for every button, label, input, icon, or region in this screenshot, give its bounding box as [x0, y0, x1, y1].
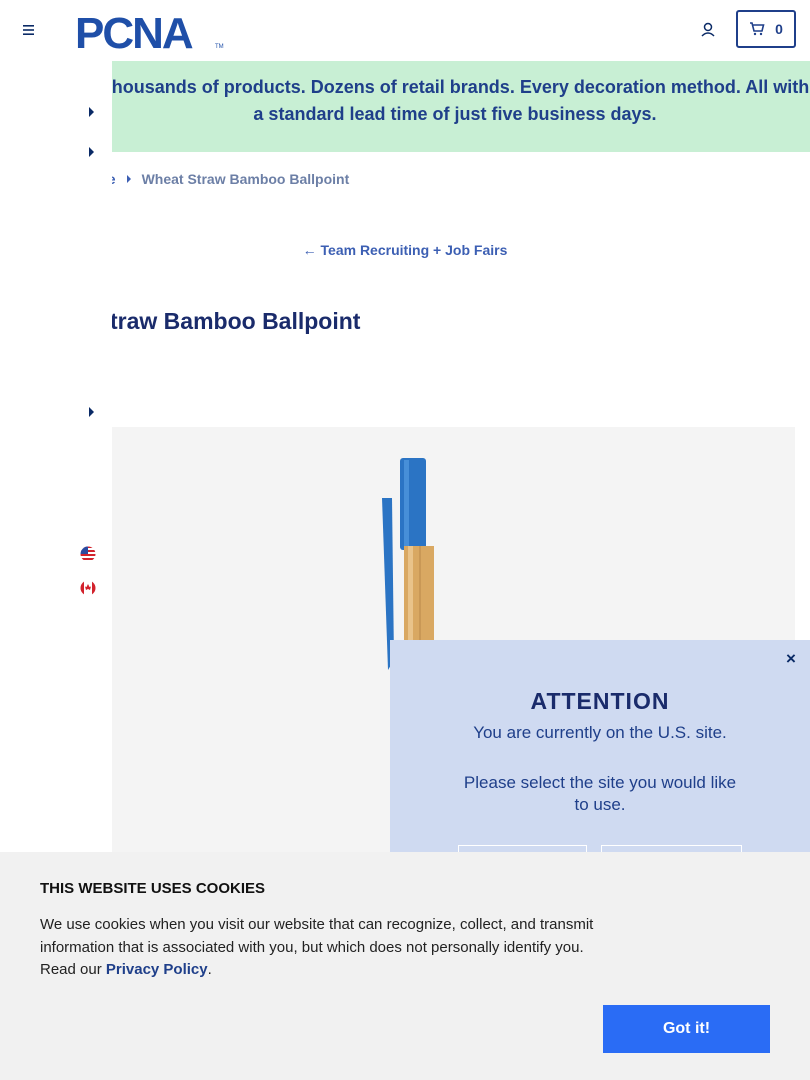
user-icon[interactable]	[696, 18, 720, 42]
us-flag-icon[interactable]	[80, 546, 96, 562]
popup-title: ATTENTION	[530, 688, 670, 714]
breadcrumb-current: Wheat Straw Bamboo Ballpoint	[141, 171, 350, 187]
breadcrumb: ce Wheat Straw Bamboo Ballpoint	[100, 171, 349, 187]
product-title: traw Bamboo Ballpoint	[110, 308, 361, 334]
menu-expand-caret-icon[interactable]	[89, 147, 94, 157]
menu-expand-caret-icon[interactable]	[89, 107, 94, 117]
svg-text:TM: TM	[215, 44, 224, 50]
svg-text:PCNA: PCNA	[75, 10, 193, 52]
cart-button[interactable]: 0	[736, 10, 796, 48]
cart-count: 0	[775, 21, 783, 37]
privacy-policy-link[interactable]: Privacy Policy	[106, 961, 208, 978]
breadcrumb-separator-icon	[126, 175, 131, 183]
popup-select-site-message: Please select the site you would like to…	[463, 773, 737, 814]
promo-banner-text: Thousands of products. Dozens of retail …	[100, 77, 810, 124]
menu-expand-caret-icon[interactable]	[89, 407, 94, 417]
cookie-body-end: .	[207, 961, 212, 978]
cart-icon	[750, 22, 765, 36]
pcna-logo[interactable]: PCNA TM	[75, 9, 225, 58]
accept-cookies-button[interactable]: Got it!	[603, 1005, 770, 1053]
close-icon[interactable]: ×	[786, 649, 796, 669]
hamburger-menu-icon[interactable]	[16, 18, 40, 42]
cookie-banner-text: We use cookies when you visit our websit…	[40, 914, 605, 982]
popup-current-site-message: You are currently on the U.S. site.	[473, 723, 727, 742]
back-to-category-link[interactable]: ← Team Recruiting + Job Fairs	[0, 242, 810, 258]
site-header: PCNA TM 0	[0, 0, 810, 60]
cookie-banner-title: THIS WEBSITE USES COOKIES	[40, 880, 266, 897]
canada-flag-icon[interactable]	[80, 580, 96, 596]
